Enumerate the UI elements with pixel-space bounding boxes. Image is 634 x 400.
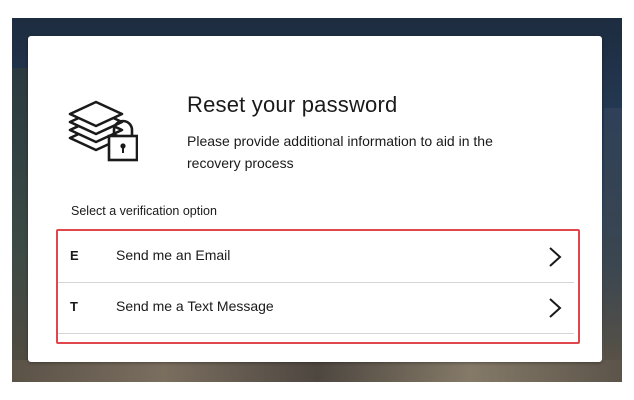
option-text-letter: T bbox=[70, 299, 78, 314]
option-email[interactable]: E Send me an Email bbox=[58, 232, 574, 283]
chevron-right-icon bbox=[549, 298, 562, 318]
page-title: Reset your password bbox=[187, 92, 398, 117]
background-ground bbox=[12, 360, 622, 382]
verification-options-list: E Send me an Email T Send me a Text Mess… bbox=[58, 232, 574, 334]
verification-section-label: Select a verification option bbox=[71, 204, 217, 218]
page-subtitle: Please provide additional information to… bbox=[187, 133, 493, 171]
reset-password-card: Reset your password Please provide addit… bbox=[28, 36, 602, 362]
chevron-right-icon bbox=[549, 247, 562, 267]
background-tree-right bbox=[604, 108, 622, 368]
option-text-label: Send me a Text Message bbox=[116, 298, 274, 314]
layers-lock-icon bbox=[68, 100, 138, 162]
option-email-label: Send me an Email bbox=[116, 247, 231, 263]
background-tree-left bbox=[12, 68, 28, 368]
option-text-message[interactable]: T Send me a Text Message bbox=[58, 283, 574, 334]
option-email-letter: E bbox=[70, 248, 79, 263]
